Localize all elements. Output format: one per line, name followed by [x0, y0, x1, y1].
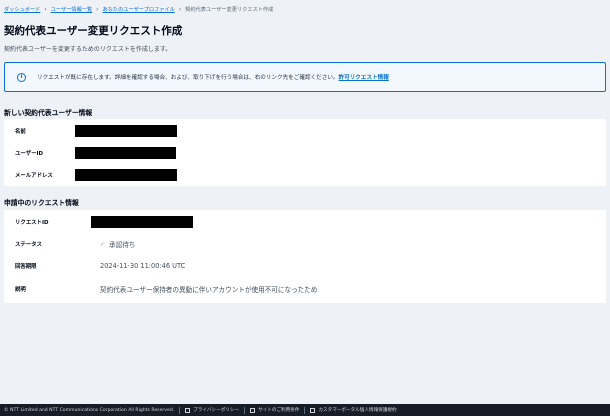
request-section-header: 申請中のリクエスト情報 [4, 199, 79, 207]
page: ダッシュボード › ユーザー情報一覧 › あなたのユーザープロファイル › 契約… [0, 0, 610, 416]
field-label-description: 説明 [15, 287, 26, 293]
field-label-name: 名前 [15, 129, 26, 135]
redacted-email [75, 169, 177, 181]
external-link-icon [185, 407, 191, 413]
page-title: 契約代表ユーザー変更リクエスト作成 [4, 25, 183, 37]
chevron-right-icon: › [44, 5, 47, 13]
breadcrumb-user-list[interactable]: ユーザー情報一覧 [51, 6, 92, 13]
request-info-link[interactable]: 許可リクエスト情報 [339, 73, 389, 81]
info-alert: i リクエストが既に存在します。詳細を確認する場合、および、取り下げを行う場合は… [4, 62, 606, 92]
external-link-icon [310, 407, 316, 413]
info-icon: i [17, 72, 26, 82]
chevron-right-icon: › [178, 5, 182, 13]
field-row-user-id: ユーザーID [4, 142, 606, 164]
status-value: ✓ 承認待ち [100, 239, 136, 250]
field-row-request-id: リクエストID [4, 211, 606, 233]
breadcrumb: ダッシュボード › ユーザー情報一覧 › あなたのユーザープロファイル › 契約… [4, 4, 273, 14]
footer-divider [179, 406, 181, 414]
breadcrumb-user-profile[interactable]: あなたのユーザープロファイル [103, 6, 175, 13]
field-row-email: メールアドレス [4, 164, 606, 186]
field-row-deadline: 回答期限 2024-11-30 11:00:46 UTC [4, 255, 606, 277]
breadcrumb-current: 契約代表ユーザー変更リクエスト作成 [185, 6, 274, 13]
footer-link-personal-info-label[interactable]: カスタマーポータル個人情報保護規約 [318, 407, 396, 413]
footer-link-privacy-label[interactable]: プライバシーポリシー [193, 407, 239, 413]
footer-link-terms[interactable]: サイトのご利用条件 [250, 407, 299, 413]
description-value: 契約代表ユーザー保持者の異動に伴いアカウントが使用不可になったため [100, 286, 318, 294]
footer-copyright: © NTT Limited and NTT Communications Cor… [4, 407, 175, 413]
field-label-status: ステータス [15, 242, 42, 248]
redacted-name [75, 125, 177, 137]
request-panel: リクエストID ステータス ✓ 承認待ち 回答期限 2024-11-30 11:… [4, 210, 606, 303]
field-label-email: メールアドレス [15, 173, 53, 179]
new-user-panel: 名前 ユーザーID メールアドレス [4, 119, 606, 186]
deadline-value: 2024-11-30 11:00:46 UTC [100, 262, 186, 270]
footer-divider [244, 406, 246, 414]
field-label-user-id: ユーザーID [15, 151, 43, 157]
breadcrumb-dashboard[interactable]: ダッシュボード [4, 6, 40, 13]
field-label-request-id: リクエストID [15, 220, 49, 226]
field-row-description: 説明 契約代表ユーザー保持者の異動に伴いアカウントが使用不可になったため [4, 278, 606, 300]
footer-link-terms-label[interactable]: サイトのご利用条件 [258, 407, 299, 413]
chevron-right-icon: › [96, 5, 99, 13]
footer-link-privacy[interactable]: プライバシーポリシー [185, 407, 239, 413]
redacted-user-id [75, 147, 176, 159]
field-label-deadline: 回答期限 [15, 264, 37, 270]
external-link-icon [250, 407, 256, 413]
footer: © NTT Limited and NTT Communications Cor… [0, 404, 610, 416]
field-row-name: 名前 [4, 120, 606, 142]
alert-message: リクエストが既に存在します。詳細を確認する場合、および、取り下げを行う場合は、右… [37, 75, 339, 81]
check-icon: ✓ [100, 240, 106, 248]
new-user-section-header: 新しい契約代表ユーザー情報 [4, 109, 93, 117]
status-text: 承認待ち [109, 241, 136, 249]
footer-link-personal-info[interactable]: カスタマーポータル個人情報保護規約 [310, 407, 397, 413]
field-row-status: ステータス ✓ 承認待ち [4, 233, 606, 255]
redacted-request-id [91, 216, 193, 228]
page-subtitle: 契約代表ユーザーを変更するためのリクエストを作成します。 [4, 46, 172, 53]
footer-divider [304, 406, 306, 414]
